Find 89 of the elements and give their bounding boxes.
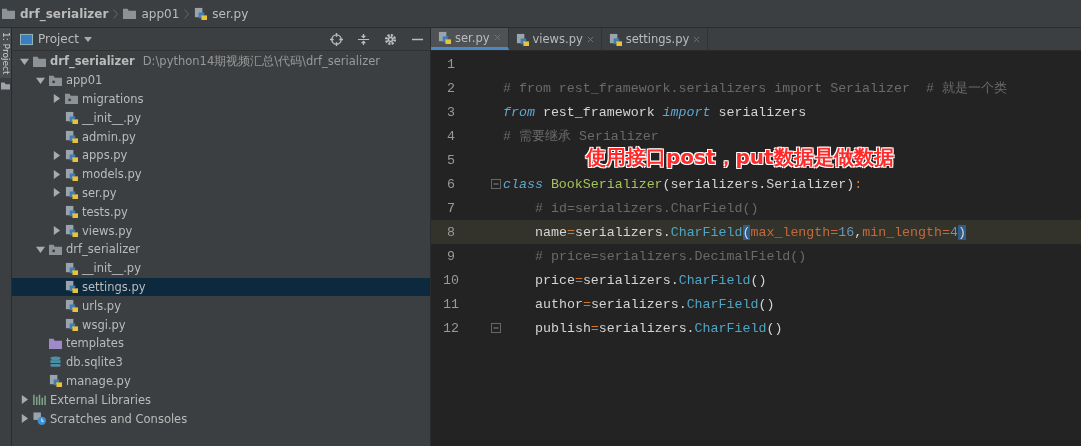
tree-item[interactable]: __init__.py [12, 108, 430, 128]
library-books-icon [33, 393, 46, 407]
python-file-icon [65, 148, 78, 162]
code-line: # price=serializers.DecimalField() [534, 248, 807, 264]
folder-icon [33, 54, 46, 68]
chevron-icon [184, 8, 190, 19]
line-number: 5 [446, 152, 456, 168]
fold-marker-icon[interactable] [491, 323, 501, 333]
tree-item[interactable]: drf_serializer D:\python14期视频汇总\代码\drf_serializer [12, 52, 430, 71]
editor-tab[interactable]: settings.py [601, 28, 709, 50]
line-number: 10 [442, 272, 460, 288]
breadcrumb-item[interactable]: drf_serializer [20, 6, 109, 21]
tree-item[interactable]: urls.py [12, 296, 430, 316]
package-folder-icon [49, 73, 62, 87]
folder-icon [1, 82, 10, 91]
code-line: author=serializers.CharField() [534, 296, 775, 312]
python-file-icon [65, 280, 78, 294]
python-file-icon [194, 7, 208, 20]
tree-item[interactable]: views.py [12, 221, 430, 240]
editor-tab[interactable]: views.py [508, 28, 602, 50]
tree-item[interactable]: __init__.py [12, 258, 430, 278]
code-line: name=serializers.CharField(max_length=16,min_length=4) [534, 224, 966, 240]
tree-item[interactable]: External Libraries [12, 390, 430, 410]
tree-item[interactable]: templates [12, 333, 430, 353]
code-line: class BookSerializer(serializers.Serializer): [503, 176, 863, 192]
chevron-icon [113, 8, 119, 19]
code-line: # 需要继承 Serializer [503, 128, 659, 145]
breadcrumb-item[interactable]: app01 [141, 6, 180, 21]
line-number: 1 [446, 56, 456, 72]
line-number: 2 [446, 80, 456, 96]
python-file-icon [65, 130, 78, 144]
tree-item[interactable]: drf_serializer [12, 239, 430, 259]
python-file-icon [65, 186, 78, 200]
tree-item[interactable]: ser.py [12, 183, 430, 203]
scratch-file-icon [33, 412, 46, 426]
line-number: 11 [442, 296, 460, 312]
project-view-selector[interactable]: Project [38, 32, 80, 46]
tree-item[interactable]: apps.py [12, 146, 430, 165]
tree-item[interactable]: admin.py [12, 127, 430, 146]
line-number: 7 [446, 200, 456, 216]
fold-marker-icon[interactable] [491, 179, 501, 189]
panel-window-icon [20, 32, 33, 46]
project-tool-tab[interactable]: 1: Project [0, 28, 11, 79]
expanded-arrow-icon[interactable] [36, 244, 45, 254]
python-file-icon [49, 374, 62, 388]
tree-item[interactable]: migrations [12, 89, 430, 109]
breadcrumb-item[interactable]: ser.py [212, 6, 249, 21]
python-file-icon [65, 205, 78, 219]
python-file-icon [65, 224, 78, 238]
tree-item[interactable]: tests.py [12, 202, 430, 222]
folder-icon [49, 336, 62, 350]
collapse-icon[interactable] [357, 32, 370, 46]
tree-item[interactable]: wsgi.py [12, 315, 430, 334]
editor-tab[interactable]: ser.py [431, 28, 509, 50]
code-line: price=serializers.CharField() [534, 272, 767, 288]
python-file-icon [65, 261, 78, 275]
line-number: 4 [446, 128, 456, 144]
collapsed-arrow-icon[interactable] [52, 226, 61, 236]
line-number: 6 [446, 176, 456, 192]
annotation-caption: 使用接口post，put数据是做数据 [586, 144, 894, 171]
caret-icon[interactable] [84, 36, 93, 42]
code-line: # id=serializers.CharField() [534, 200, 759, 216]
folder-icon [2, 7, 15, 20]
python-file-icon [515, 32, 529, 46]
package-folder-icon [65, 92, 78, 106]
tree-item[interactable]: Scratches and Consoles [12, 409, 430, 428]
tree-item[interactable]: app01 [12, 70, 430, 90]
line-number: 9 [446, 248, 456, 264]
tree-item[interactable]: db.sqlite3 [12, 352, 430, 372]
collapsed-arrow-icon[interactable] [52, 94, 61, 104]
tree-item[interactable]: settings.py [12, 277, 430, 297]
folder-icon [123, 7, 137, 20]
tree-item[interactable]: manage.py [12, 371, 430, 391]
line-number: 8 [446, 224, 456, 240]
python-file-icon [608, 32, 622, 46]
python-file-icon [65, 318, 78, 332]
line-number: 12 [442, 320, 460, 336]
settings-icon[interactable] [384, 32, 397, 46]
line-number: 3 [446, 104, 456, 120]
package-folder-icon [49, 242, 62, 256]
python-file-icon [438, 31, 451, 44]
code-line: from rest_framework import serializers [503, 104, 807, 120]
database-icon [49, 355, 62, 369]
code-line: publish=serializers.CharField() [534, 320, 783, 336]
python-file-icon [65, 167, 78, 181]
crosshair-icon[interactable] [330, 32, 343, 46]
python-file-icon [65, 111, 78, 125]
python-file-icon [65, 299, 78, 313]
tree-item[interactable]: models.py [12, 164, 430, 184]
